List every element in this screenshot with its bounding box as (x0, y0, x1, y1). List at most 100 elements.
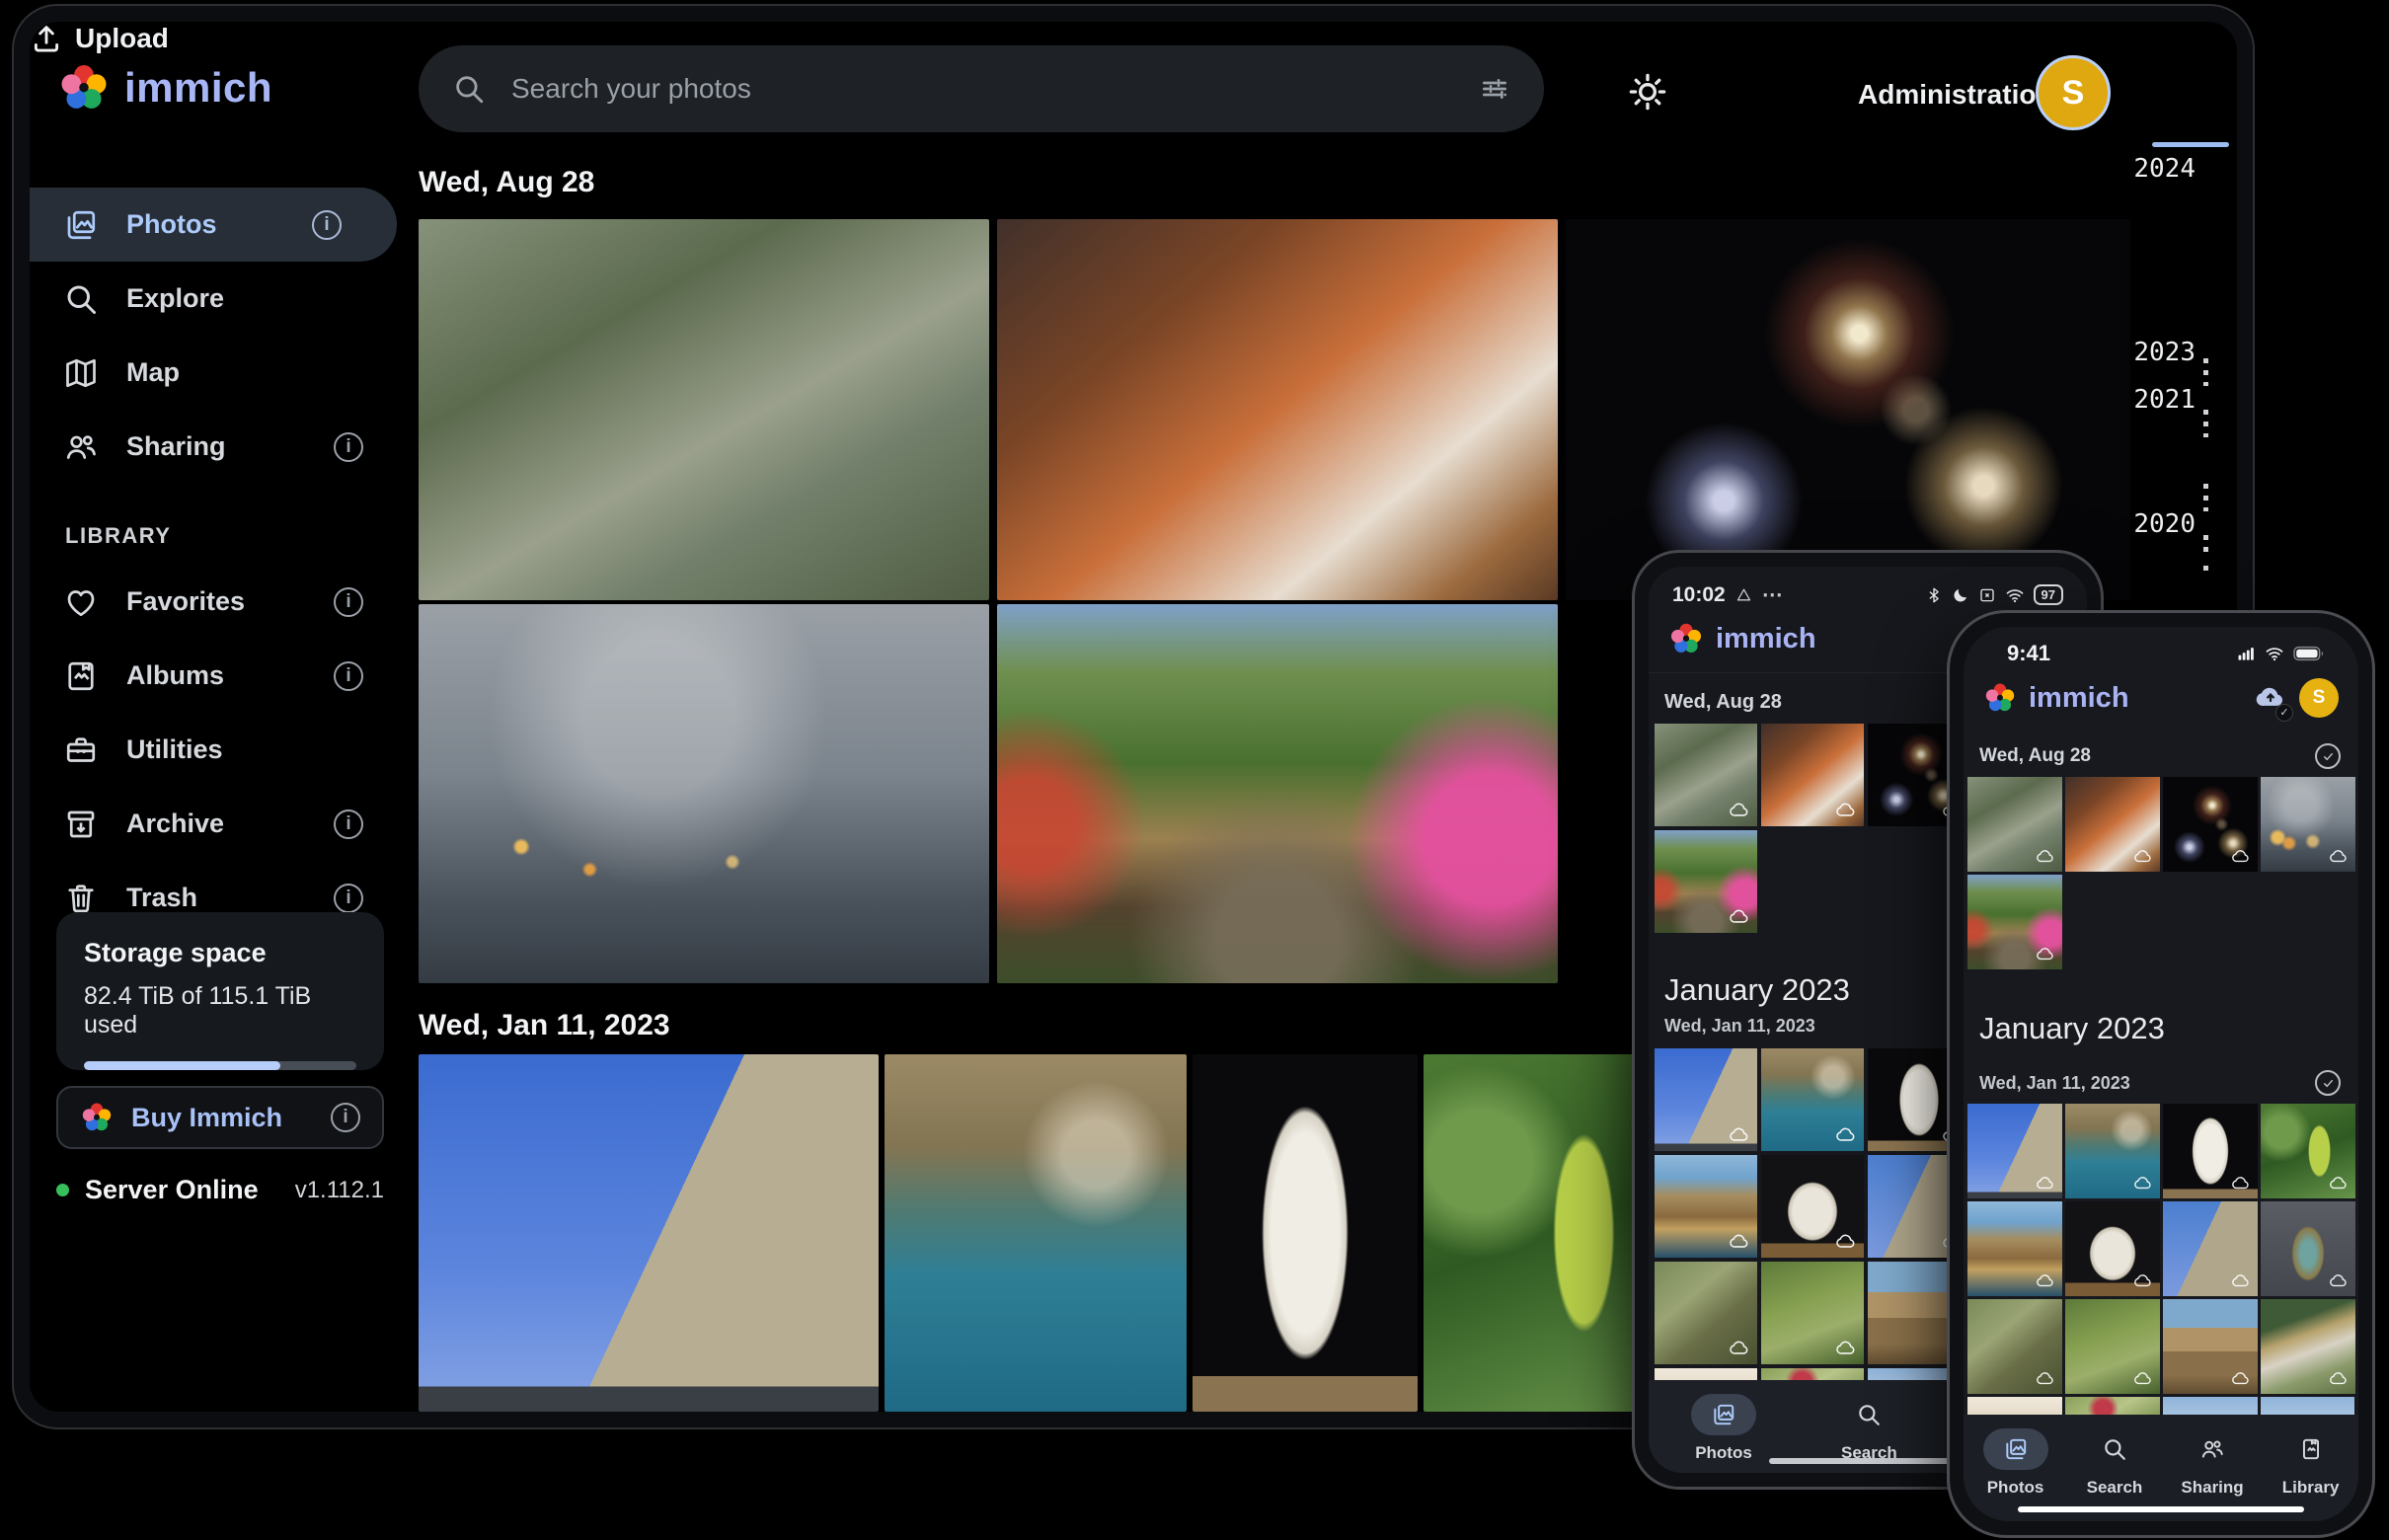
info-icon[interactable]: i (334, 432, 363, 462)
info-icon[interactable]: i (331, 1103, 360, 1132)
photo-alpine-houses[interactable] (2261, 1299, 2355, 1394)
nav-item-sharing[interactable]: Sharing (2181, 1428, 2243, 1498)
home-indicator[interactable] (1769, 1458, 1966, 1464)
photo-fortress-walls[interactable] (1655, 1048, 1757, 1151)
timeline-year-2024[interactable]: 2024 (2122, 154, 2196, 184)
cloud-sync-icon (1729, 1337, 1750, 1358)
photo-marble-bust[interactable] (1193, 1054, 1418, 1412)
cloud-sync-icon (2231, 846, 2251, 866)
date-group-header: Wed, Aug 28 (1979, 745, 2091, 767)
home-indicator[interactable] (2018, 1506, 2304, 1512)
search-filter-icon[interactable] (1479, 73, 1510, 105)
info-icon[interactable]: i (334, 661, 363, 691)
photo-fireworks[interactable] (2163, 777, 2258, 872)
photo-autumn-flower-path[interactable] (1655, 830, 1757, 933)
photo-zoo-monkeys[interactable] (1967, 777, 2062, 872)
sidebar-item-archive[interactable]: Archive i (30, 787, 419, 861)
wifi-icon (2005, 585, 2025, 605)
photo-coastal-fort[interactable] (2065, 1104, 2160, 1198)
active-pill (1983, 1428, 2048, 1470)
select-all-check-icon[interactable] (2315, 743, 2341, 769)
cloud-sync-icon (2133, 846, 2153, 866)
photo-fortress-walls[interactable] (419, 1054, 879, 1412)
cloud-sync-icon (2231, 1173, 2251, 1193)
timeline-year-2023[interactable]: 2023 (2122, 338, 2196, 367)
sidebar-item-sharing[interactable]: Sharing i (30, 410, 419, 484)
immich-flower-icon (80, 1101, 114, 1134)
sharing-people-icon (2199, 1436, 2225, 1462)
nav-item-search[interactable]: Search (1841, 1394, 1897, 1463)
timeline-scrub-indicator[interactable] (2152, 142, 2229, 147)
photo-ornate-tower[interactable] (2261, 1201, 2355, 1296)
search-bar[interactable]: Search your photos (419, 45, 1544, 132)
sidebar-item-albums[interactable]: Albums i (30, 639, 419, 713)
buy-immich-button[interactable]: Buy Immich i (56, 1086, 384, 1149)
photo-dinner-table[interactable] (2065, 777, 2160, 872)
cloud-sync-icon (2036, 1173, 2055, 1193)
photos-icon (63, 207, 99, 243)
photo-dinner-table[interactable] (997, 219, 1558, 600)
photo-lizards[interactable] (1967, 1299, 2062, 1394)
timeline-dots (2203, 410, 2208, 437)
photo-holding-hands[interactable] (2261, 777, 2355, 872)
photo-beach-cliff[interactable] (1967, 1201, 2062, 1296)
photo-coastal-fort[interactable] (885, 1054, 1187, 1412)
photo-ruined-walls[interactable] (2163, 1201, 2258, 1296)
cloud-sync-icon (2329, 1173, 2349, 1193)
server-status-label: Server Online (85, 1175, 279, 1205)
photo-village-tower[interactable] (2163, 1299, 2258, 1394)
photo-lizards[interactable] (1655, 1262, 1757, 1364)
sidebar-item-map[interactable]: Map (30, 336, 419, 410)
photo-lizard-closeup[interactable] (2065, 1299, 2160, 1394)
cloud-sync-icon (2329, 1270, 2349, 1290)
photo-lizard-closeup[interactable] (1761, 1262, 1864, 1364)
photo-zoo-monkeys[interactable] (1655, 724, 1757, 826)
timeline-year-2021[interactable]: 2021 (2122, 385, 2196, 415)
photo-seagrape-plant[interactable] (2261, 1104, 2355, 1198)
sidebar-item-explore[interactable]: Explore (30, 262, 419, 336)
photos-icon (2003, 1436, 2029, 1462)
storage-space-card: Storage space 82.4 TiB of 115.1 TiB used (56, 912, 384, 1070)
photo-marble-bust[interactable] (2163, 1104, 2258, 1198)
app-title: immich (2029, 682, 2129, 715)
online-status-dot (56, 1184, 69, 1196)
photo-fireworks[interactable] (1566, 219, 2130, 600)
info-icon[interactable]: i (334, 884, 363, 913)
immich-flower-icon (1668, 621, 1704, 656)
active-pill (1691, 1394, 1756, 1435)
nav-item-photos[interactable]: Photos (1691, 1394, 1756, 1463)
nav-item-library[interactable]: Library (2282, 1428, 2340, 1498)
photo-marble-carving[interactable] (2065, 1201, 2160, 1296)
photo-marble-carving[interactable] (1761, 1155, 1864, 1258)
nav-item-search[interactable]: Search (2087, 1428, 2143, 1498)
cloud-sync-icon (1729, 799, 1750, 820)
photo-autumn-flower-path[interactable] (997, 604, 1558, 983)
search-icon (1856, 1402, 1882, 1427)
theme-toggle-button[interactable] (1627, 71, 1668, 117)
cloud-sync-icon (1729, 905, 1750, 927)
user-avatar[interactable]: S (2036, 55, 2111, 130)
info-icon[interactable]: i (312, 210, 342, 240)
user-avatar[interactable]: S (2299, 678, 2339, 718)
sidebar-item-photos[interactable]: Photos i (30, 188, 397, 262)
timeline-year-2020[interactable]: 2020 (2122, 509, 2196, 539)
administration-link[interactable]: Administration (1858, 79, 2053, 111)
nav-item-photos[interactable]: Photos (1983, 1428, 2048, 1498)
battery-icon: 97 (2034, 584, 2063, 605)
info-icon[interactable]: i (334, 587, 363, 617)
photo-fortress-walls[interactable] (1967, 1104, 2062, 1198)
no-sim-icon (1978, 586, 1996, 604)
select-all-check-icon[interactable] (2315, 1070, 2341, 1096)
photo-zoo-monkeys[interactable] (419, 219, 989, 600)
photo-holding-hands[interactable] (419, 604, 989, 983)
photo-coastal-fort[interactable] (1761, 1048, 1864, 1151)
backup-cloud-button[interactable]: ✓ (2254, 679, 2287, 718)
date-group-header: Wed, Jan 11, 2023 (1979, 1073, 2130, 1094)
cloud-sync-icon (2036, 846, 2055, 866)
photo-beach-cliff[interactable] (1655, 1155, 1757, 1258)
sidebar-item-favorites[interactable]: Favorites i (30, 565, 419, 639)
info-icon[interactable]: i (334, 809, 363, 839)
photo-autumn-flower-path[interactable] (1967, 875, 2062, 969)
photo-dinner-table[interactable] (1761, 724, 1864, 826)
sidebar-item-utilities[interactable]: Utilities (30, 713, 419, 787)
